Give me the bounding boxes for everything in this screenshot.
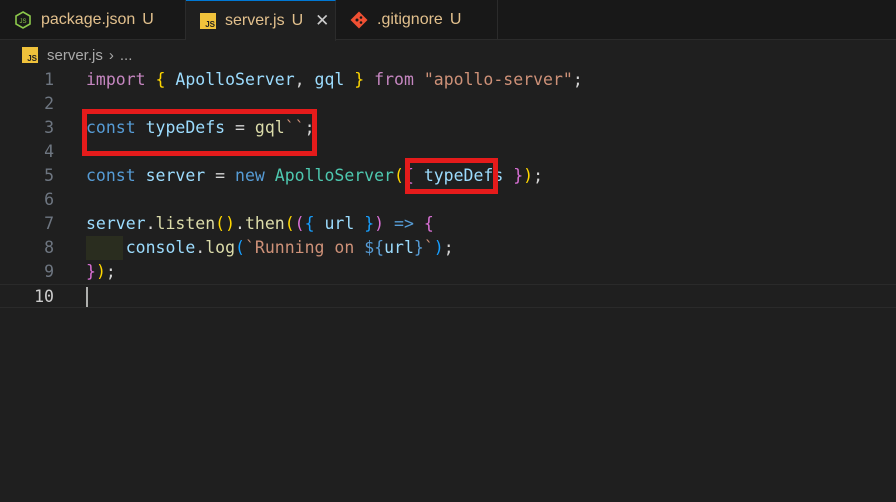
line-number: 6 — [44, 190, 54, 209]
code-text: const server = new ApolloServer({ typeDe… — [86, 166, 544, 185]
code-line: 4 — [0, 140, 896, 164]
breadcrumb-trail[interactable]: ... — [120, 47, 133, 64]
editor-tab-bar: JS package.json U JS server.js U ✕ .giti… — [0, 0, 896, 41]
code-line: 7 server.listen().then(({ url }) => { — [0, 212, 896, 236]
tab-label: package.json — [41, 11, 136, 28]
line-number: 2 — [44, 94, 54, 113]
code-line: 5 const server = new ApolloServer({ type… — [0, 164, 896, 188]
tab-label: server.js — [225, 12, 285, 29]
javascript-icon: JS — [22, 47, 38, 63]
line-number: 7 — [44, 214, 54, 233]
code-text: }); — [86, 262, 116, 281]
code-line: 3 const typeDefs = gql``; — [0, 116, 896, 140]
git-icon — [350, 11, 368, 29]
code-text: const typeDefs = gql``; — [86, 118, 315, 137]
code-line: 1 import { ApolloServer, gql } from "apo… — [0, 68, 896, 92]
line-number: 3 — [44, 118, 54, 137]
breadcrumb: JS server.js › ... — [0, 42, 896, 68]
line-number: 1 — [44, 70, 54, 89]
tab-package-json[interactable]: JS package.json U — [0, 0, 186, 40]
untracked-badge: U — [291, 12, 304, 29]
code-line: 6 — [0, 188, 896, 212]
chevron-right-icon: › — [108, 46, 114, 64]
untracked-badge: U — [142, 11, 154, 28]
close-icon[interactable]: ✕ — [315, 11, 329, 30]
nodejs-icon: JS — [14, 11, 32, 29]
text-cursor — [86, 287, 88, 307]
tab-server-js[interactable]: JS server.js U ✕ — [186, 0, 336, 41]
code-line: 8 console.log(`Running on ${url}`); — [0, 236, 896, 260]
code-line: 9 }); — [0, 260, 896, 284]
breadcrumb-file[interactable]: server.js — [47, 47, 103, 64]
line-number: 8 — [44, 238, 54, 257]
code-text: import { ApolloServer, gql } from "apoll… — [86, 70, 583, 89]
tab-label: .gitignore — [377, 11, 443, 28]
code-editor[interactable]: 1 import { ApolloServer, gql } from "apo… — [0, 68, 896, 502]
code-text: server.listen().then(({ url }) => { — [86, 214, 434, 233]
line-number: 4 — [44, 142, 54, 161]
svg-text:JS: JS — [19, 19, 26, 25]
code-line-current: 10 — [0, 284, 896, 308]
code-line: 2 — [0, 92, 896, 116]
untracked-badge: U — [449, 11, 462, 28]
code-text: console.log(`Running on ${url}`); — [125, 238, 454, 257]
line-number: 10 — [34, 287, 54, 306]
javascript-icon: JS — [200, 12, 216, 30]
tab-gitignore[interactable]: .gitignore U — [336, 0, 498, 40]
line-number: 9 — [44, 262, 54, 281]
line-number: 5 — [44, 166, 54, 185]
